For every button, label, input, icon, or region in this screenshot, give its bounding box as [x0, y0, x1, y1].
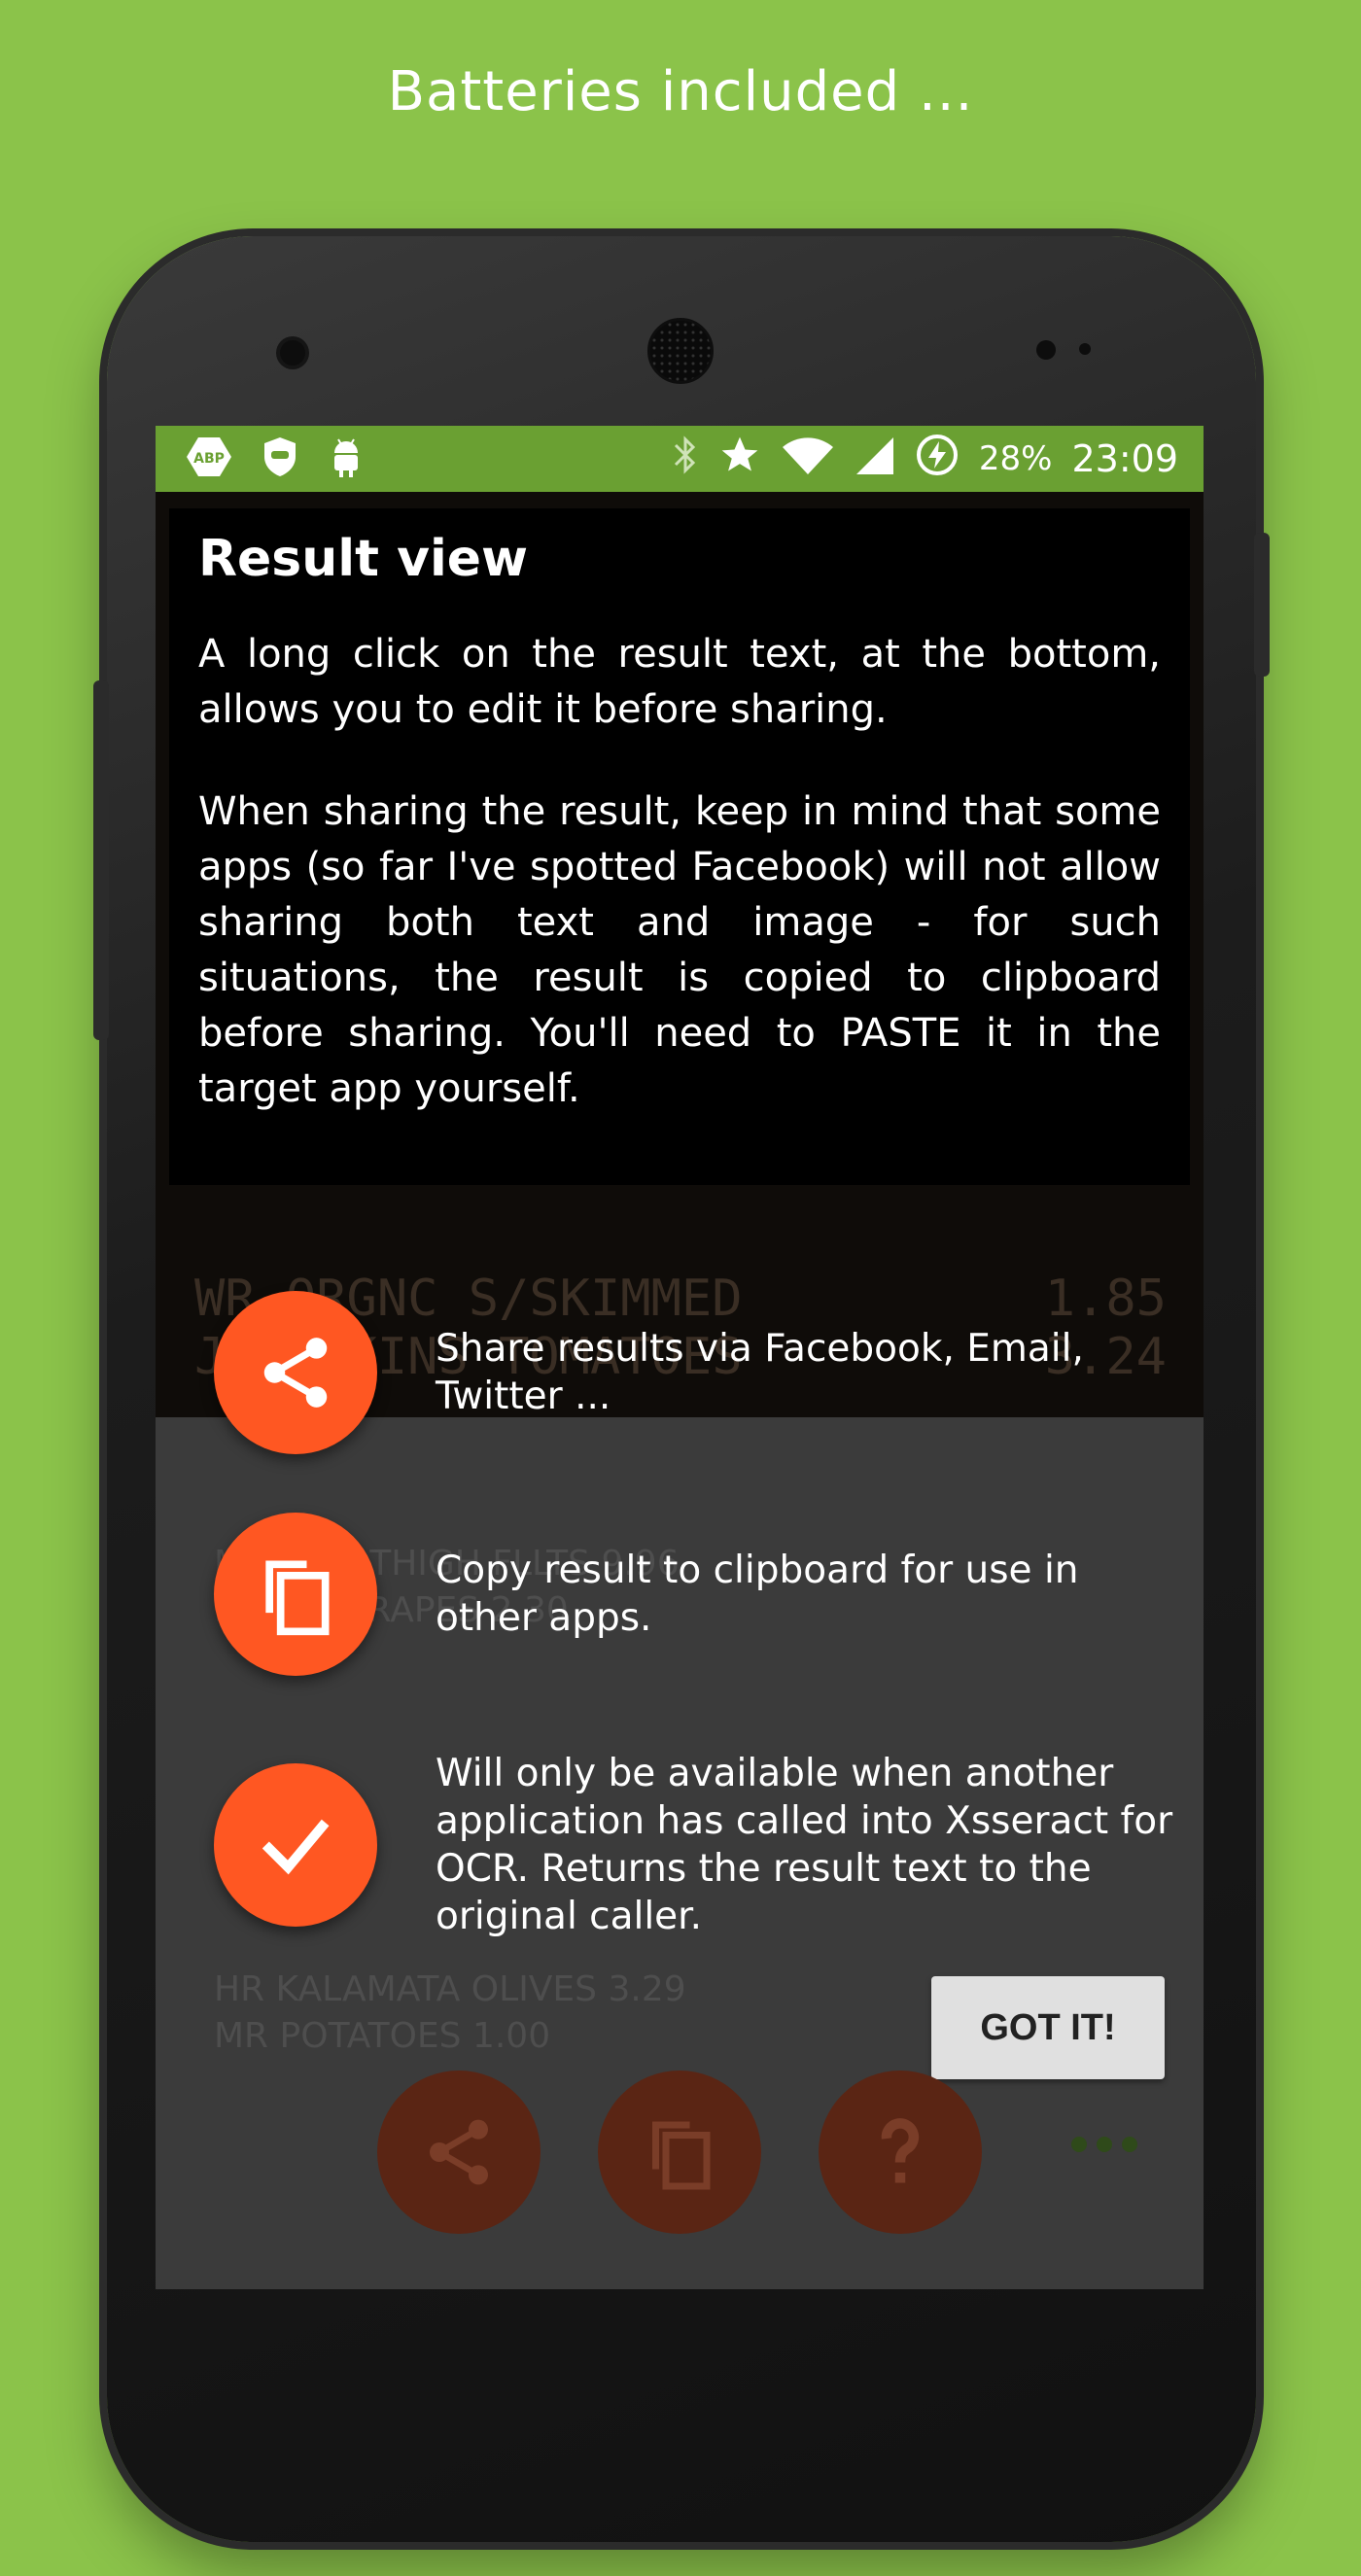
bluetooth-icon	[672, 434, 699, 485]
svg-text:ABP: ABP	[193, 451, 225, 467]
phone-side-button-left	[93, 680, 109, 1040]
share-icon	[214, 1291, 377, 1454]
phone-screen: ABP 28% 23:09 WR ORGNC S/SKIMMED 1.85 J/…	[156, 426, 1204, 2289]
help-button[interactable]	[819, 2071, 982, 2234]
copy-icon	[652, 2121, 711, 2190]
more-icon[interactable]	[1071, 2137, 1137, 2152]
proximity-sensor	[1036, 340, 1056, 360]
clock: 23:09	[1071, 437, 1178, 480]
share-button[interactable]	[377, 2071, 541, 2234]
phone-side-button-right	[1254, 533, 1270, 677]
card-title: Result view	[198, 530, 529, 588]
android-icon	[327, 435, 366, 482]
check-icon	[214, 1763, 377, 1927]
card-paragraph: A long click on the result text, at the …	[198, 632, 1161, 732]
light-sensor	[1079, 343, 1091, 355]
tip-return: Will only be available when another appl…	[214, 1750, 1174, 1940]
front-camera	[280, 340, 305, 366]
tip-copy-text: Copy result to clipboard for use in othe…	[436, 1549, 1079, 1640]
battery-charging-icon	[915, 433, 960, 486]
copy-button[interactable]	[598, 2071, 761, 2234]
card-paragraph: When sharing the result, keep in mind th…	[198, 789, 1161, 1111]
help-icon	[881, 2118, 920, 2183]
star-icon	[718, 434, 761, 485]
battery-percent: 28%	[978, 439, 1053, 478]
result-line: MR POTATOES 1.00	[214, 2016, 551, 2056]
earpiece-speaker	[647, 318, 714, 384]
abp-icon: ABP	[185, 435, 233, 482]
page-headline: Batteries included ...	[387, 60, 974, 123]
result-line: HR KALAMATA OLIVES 3.29	[214, 1969, 686, 2009]
signal-icon	[855, 434, 895, 485]
tip-copy: Copy result to clipboard for use in othe…	[214, 1513, 1174, 1676]
result-view-card: Result view A long click on the result t…	[169, 508, 1190, 1185]
got-it-button[interactable]: GOT IT!	[931, 1976, 1165, 2079]
status-bar: ABP 28% 23:09	[156, 426, 1204, 492]
tip-return-text: Will only be available when another appl…	[436, 1752, 1173, 1938]
shield-icon	[261, 435, 299, 482]
tip-share: Share results via Facebook, Email, Twitt…	[214, 1291, 1174, 1454]
wifi-icon	[781, 434, 835, 485]
copy-icon	[214, 1513, 377, 1676]
share-icon	[430, 2119, 488, 2185]
tip-share-text: Share results via Facebook, Email, Twitt…	[436, 1327, 1084, 1418]
